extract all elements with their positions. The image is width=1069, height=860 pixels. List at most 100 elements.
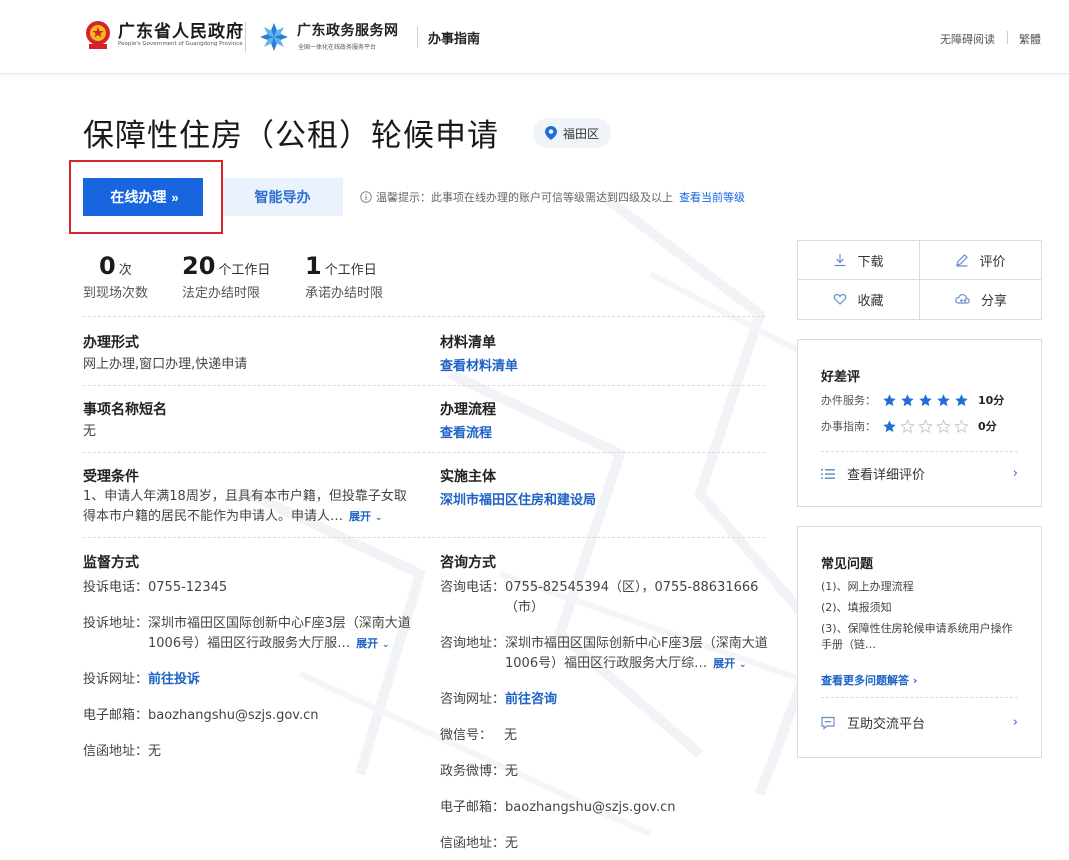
kv-label: 投诉地址： xyxy=(83,616,149,631)
complaint-email: 电子邮箱： baozhangshu@szjs.gov.cn xyxy=(83,706,318,726)
service-score: 10分 xyxy=(978,394,1005,407)
kv-value: 无 xyxy=(505,836,519,851)
favorite-button[interactable]: 收藏 xyxy=(798,280,919,318)
short-name-field: 事项名称短名 无 xyxy=(83,399,167,442)
consult-web: 咨询网址： 前往咨询 xyxy=(440,690,557,710)
chevron-right-icon: › xyxy=(912,674,918,687)
consult-address: 咨询地址： 深圳市福田区国际创新中心F座3层（深南大道 1006号）福田区行政服… xyxy=(440,634,770,675)
star-filled-icon xyxy=(901,393,914,406)
share-button[interactable]: 分享 xyxy=(920,280,1041,318)
star-filled-icon xyxy=(883,419,896,432)
share-label: 分享 xyxy=(980,293,1007,309)
stat-number: 20 xyxy=(182,252,216,280)
faq-more-link[interactable]: 查看更多问题解答 › xyxy=(821,672,917,688)
phone-line-2: （市） xyxy=(505,600,545,615)
stat-number: 1 xyxy=(305,252,322,280)
faq-item[interactable]: (2)、填报须知 xyxy=(821,600,1021,616)
star-filled-icon xyxy=(883,393,896,406)
field-value: 网上办理,窗口办理,快递申请 xyxy=(83,357,248,372)
address-line-1: 深圳市福田区国际创新中心F座3层（深南大道 xyxy=(505,636,768,651)
complaint-address: 投诉地址： 深圳市福田区国际创新中心F座3层（深南大道 1006号）福田区行政服… xyxy=(83,614,423,655)
complaint-phone: 投诉电话： 0755-12345 xyxy=(83,578,227,598)
gd-service-title[interactable]: 广东政务服务网 xyxy=(297,20,399,40)
kv-value: baozhangshu@szjs.gov.cn xyxy=(148,708,319,723)
service-stars xyxy=(882,393,972,408)
rating-title: 好差评 xyxy=(821,370,861,385)
materials-link[interactable]: 查看材料清单 xyxy=(440,355,518,374)
star-empty-icon xyxy=(936,418,951,433)
field-value: 1、申请人年满18周岁，且具有本市户籍，但投靠子女取 得本市户籍的居民不能作为申… xyxy=(83,487,413,528)
kv-value: 0755-12345 xyxy=(148,580,228,595)
gd-service-subtitle: 全国一体化在线政务服务平台 xyxy=(298,44,377,51)
kv-label: 信函地址： xyxy=(440,836,506,851)
evaluate-button[interactable]: 评价 xyxy=(920,241,1041,279)
consult-phone: 咨询电话： 0755-82545394（区），0755-88631666 （市） xyxy=(440,578,770,618)
kv-label: 咨询电话： xyxy=(440,580,506,595)
field-title: 监督方式 xyxy=(83,555,139,571)
complaint-web: 投诉网址： 前往投诉 xyxy=(83,670,200,690)
stat-promised-limit: 1 个工作日 承诺办结时限 xyxy=(305,252,383,301)
kv-label: 信函地址： xyxy=(83,744,149,759)
region-name: 福田区 xyxy=(563,126,600,141)
expand-consult-address-button[interactable]: 展开 ⌄ xyxy=(713,657,746,670)
consult-letter: 信函地址： 无 xyxy=(440,834,518,854)
smart-guide-label: 智能导办 xyxy=(254,189,311,205)
pencil-icon xyxy=(956,254,969,267)
kv-label: 咨询网址： xyxy=(440,692,506,707)
field-title: 办理流程 xyxy=(440,402,496,418)
expand-conditions-button[interactable]: 展开 ⌄ xyxy=(349,510,382,523)
kv-label: 投诉网址： xyxy=(83,672,149,687)
smart-guide-button[interactable]: 智能导办 xyxy=(222,178,343,216)
kv-value: 无 xyxy=(148,744,162,759)
expand-address-button[interactable]: 展开 ⌄ xyxy=(356,637,389,650)
expand-label: 展开 xyxy=(356,637,379,650)
complaint-web-link[interactable]: 前往投诉 xyxy=(148,670,200,690)
stat-visits: 0次 到现场次数 xyxy=(83,252,148,301)
expand-label: 展开 xyxy=(713,657,736,670)
guide-rating: 办事指南： 0分 xyxy=(821,418,997,434)
gov-subtitle: People's Government of Guangdong Provinc… xyxy=(118,41,243,47)
stat-legal-limit: 20 个工作日 法定办结时限 xyxy=(182,252,270,301)
detail-rating-link[interactable]: 查看详细评价 › xyxy=(821,464,1018,483)
header-link-divider xyxy=(1007,31,1008,44)
field-value: 无 xyxy=(83,424,97,439)
check-level-link[interactable]: 查看当前等级 xyxy=(679,189,745,205)
kv-label: 投诉电话： xyxy=(83,580,149,595)
process-link[interactable]: 查看流程 xyxy=(440,422,492,441)
section-divider xyxy=(83,537,765,538)
panel-divider xyxy=(821,451,1018,452)
implementer-link[interactable]: 深圳市福田区住房和建设局 xyxy=(440,489,596,508)
highlight-box xyxy=(69,160,223,234)
chevron-down-icon: ⌄ xyxy=(381,640,390,650)
faq-item[interactable]: (3)、保障性住房轮候申请系统用户操作手册（链… xyxy=(821,621,1021,653)
address-line-2: 1006号）福田区行政服务大厅服… xyxy=(148,636,351,651)
consult-email: 电子邮箱： baozhangshu@szjs.gov.cn xyxy=(440,798,675,818)
address-line-2: 1006号）福田区行政服务大厅综… xyxy=(505,656,708,671)
download-button[interactable]: 下载 xyxy=(798,241,919,279)
header-divider xyxy=(417,26,418,48)
gd-service-logo-icon xyxy=(260,23,288,51)
materials-field: 材料清单 查看材料清单 xyxy=(440,332,518,374)
gov-title[interactable]: 广东省人民政府 xyxy=(118,17,244,42)
region-badge: 福田区 xyxy=(533,118,611,148)
chevron-down-icon: ⌄ xyxy=(738,660,747,670)
rating-panel: 好差评 办件服务： 10分 办事指南： 0分 查看详细评价 › xyxy=(797,339,1042,507)
handling-form-field: 办理形式 网上办理,窗口办理,快递申请 xyxy=(83,332,247,375)
tip-notice: 温馨提示：此事项在线办理的账户可信等级需达到四级及以上 查看当前等级 xyxy=(360,189,745,205)
location-pin-icon xyxy=(545,126,557,140)
section-divider xyxy=(83,452,765,453)
consult-web-link[interactable]: 前往咨询 xyxy=(505,690,557,710)
stat-label: 法定办结时限 xyxy=(182,286,261,301)
kv-label: 微信号： xyxy=(440,728,493,743)
heart-icon xyxy=(834,293,847,305)
star-filled-icon xyxy=(919,393,932,406)
service-rating: 办件服务： 10分 xyxy=(821,392,1004,408)
faq-item[interactable]: (1)、网上办理流程 xyxy=(821,579,1021,595)
consult-wechat: 微信号： 无 xyxy=(440,726,517,746)
star-empty-icon xyxy=(954,418,969,433)
accessible-reading-link[interactable]: 无障碍阅读 xyxy=(940,31,995,47)
traditional-chinese-link[interactable]: 繁體 xyxy=(1019,31,1041,47)
faq-more-label: 查看更多问题解答 xyxy=(821,674,909,687)
process-field: 办理流程 查看流程 xyxy=(440,399,496,441)
community-platform-link[interactable]: 互助交流平台 › xyxy=(821,713,1018,732)
